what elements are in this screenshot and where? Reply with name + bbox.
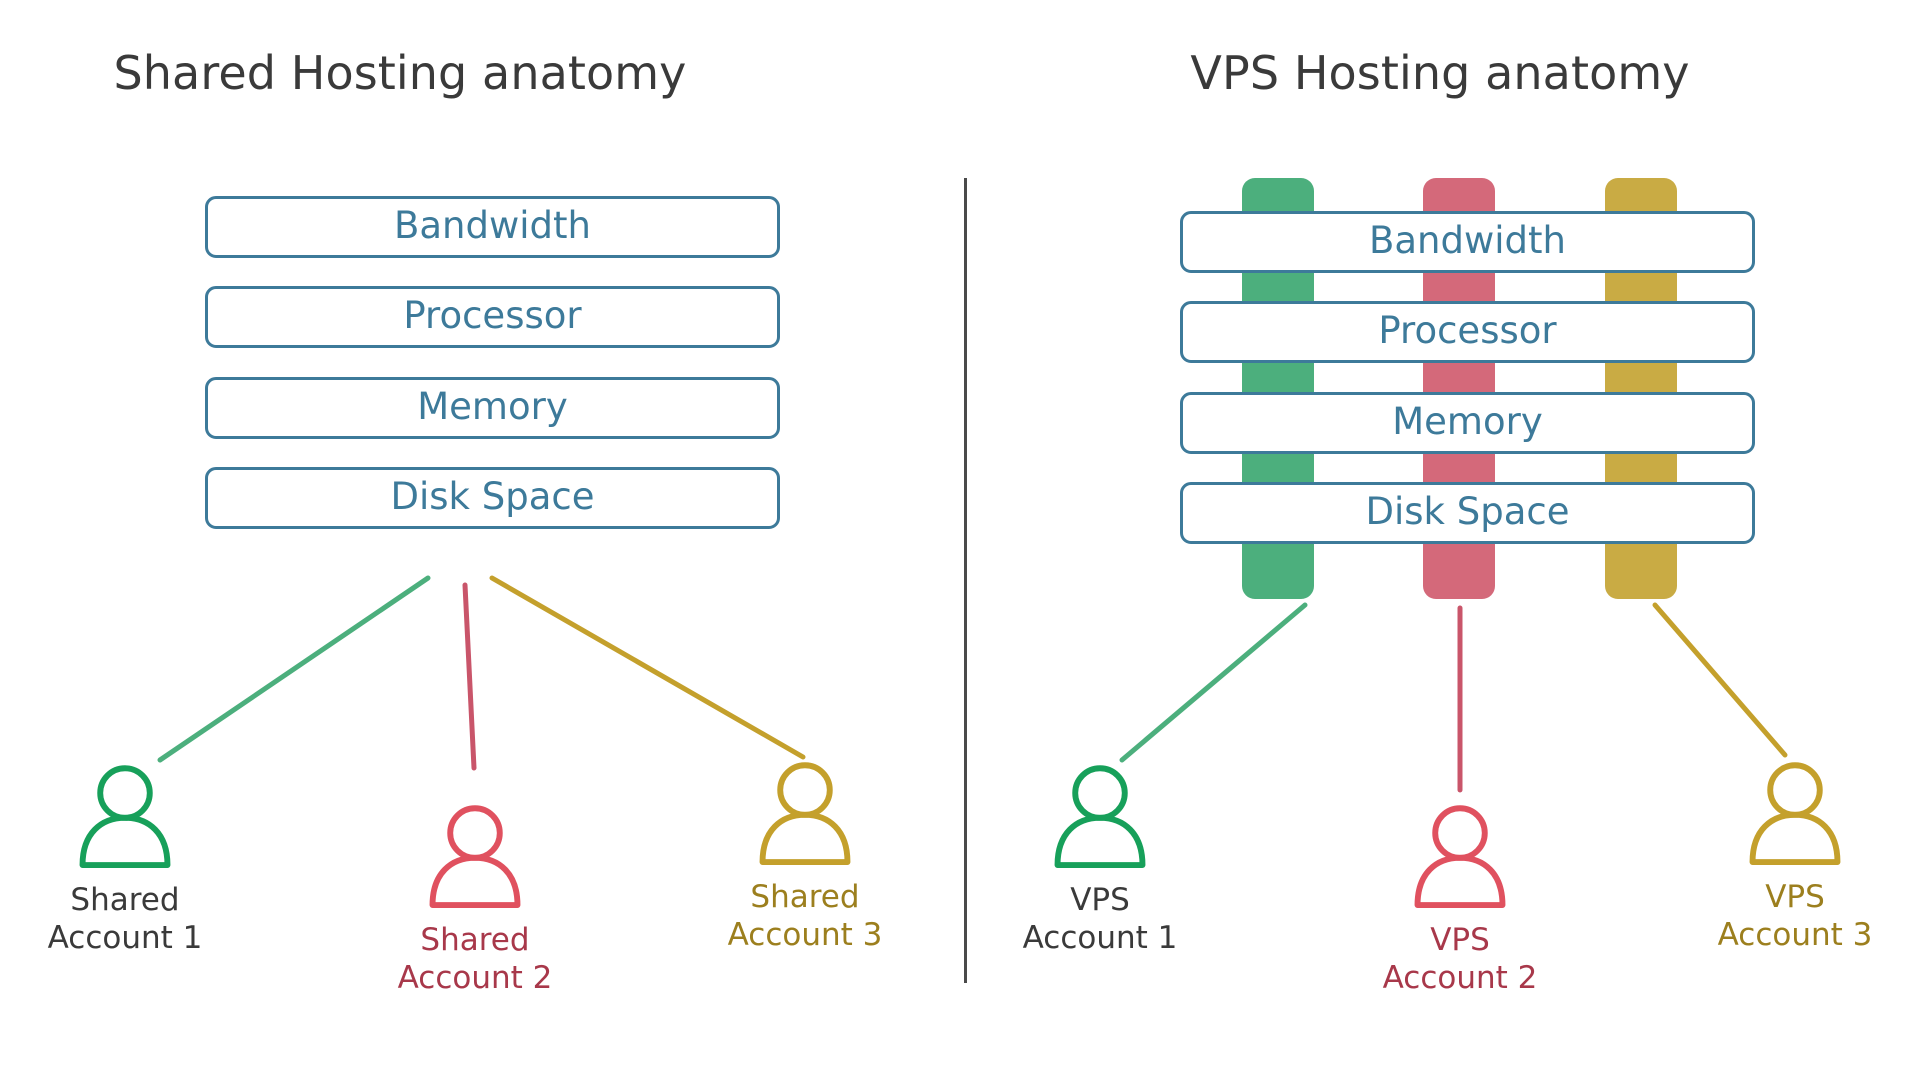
vps-resource-box-memory[interactable]: Memory [1180, 392, 1755, 454]
shared-account-2-node[interactable]: Shared Account 2 [355, 800, 595, 998]
vps-account-1-label: VPS Account 1 [1022, 882, 1178, 956]
person-icon [1054, 765, 1146, 868]
hosting-anatomy-diagram: Shared Hosting anatomy Bandwidth Process… [0, 0, 1920, 1080]
vps-resource-box-processor[interactable]: Processor [1180, 301, 1755, 363]
shared-account-1-label: Shared Account 1 [47, 882, 203, 956]
person-icon [79, 765, 171, 868]
shared-panel-title: Shared Hosting anatomy [113, 46, 687, 100]
vps-account-1-node[interactable]: VPS Account 1 [980, 760, 1220, 958]
vps-account-2-node[interactable]: VPS Account 2 [1340, 800, 1580, 998]
person-icon [759, 762, 851, 865]
shared-resource-box-disk-space[interactable]: Disk Space [205, 467, 780, 529]
shared-account-3-label: Shared Account 3 [727, 879, 883, 953]
person-icon [1414, 805, 1506, 908]
shared-resource-label-processor: Processor [403, 293, 582, 337]
person-icon [429, 805, 521, 908]
shared-resource-label-disk-space: Disk Space [390, 474, 595, 518]
shared-resource-box-bandwidth[interactable]: Bandwidth [205, 196, 780, 258]
shared-account-3-node[interactable]: Shared Account 3 [685, 757, 925, 955]
vps-account-2-label: VPS Account 2 [1382, 922, 1538, 996]
person-icon [1749, 762, 1841, 865]
shared-resource-label-memory: Memory [417, 384, 568, 428]
vps-account-3-node[interactable]: VPS Account 3 [1675, 757, 1915, 955]
shared-resource-label-bandwidth: Bandwidth [394, 203, 591, 247]
shared-account-1-node[interactable]: Shared Account 1 [5, 760, 245, 958]
shared-account-2-label: Shared Account 2 [397, 922, 553, 996]
vps-resource-label-bandwidth: Bandwidth [1369, 218, 1566, 262]
shared-resource-box-memory[interactable]: Memory [205, 377, 780, 439]
panel-divider [964, 178, 967, 983]
shared-resource-box-processor[interactable]: Processor [205, 286, 780, 348]
vps-resource-label-processor: Processor [1378, 308, 1557, 352]
vps-resource-label-memory: Memory [1392, 399, 1543, 443]
vps-resource-label-disk-space: Disk Space [1365, 489, 1570, 533]
vps-panel-title: VPS Hosting anatomy [1190, 46, 1690, 100]
vps-resource-box-bandwidth[interactable]: Bandwidth [1180, 211, 1755, 273]
vps-resource-box-disk-space[interactable]: Disk Space [1180, 482, 1755, 544]
vps-account-3-label: VPS Account 3 [1717, 879, 1873, 953]
